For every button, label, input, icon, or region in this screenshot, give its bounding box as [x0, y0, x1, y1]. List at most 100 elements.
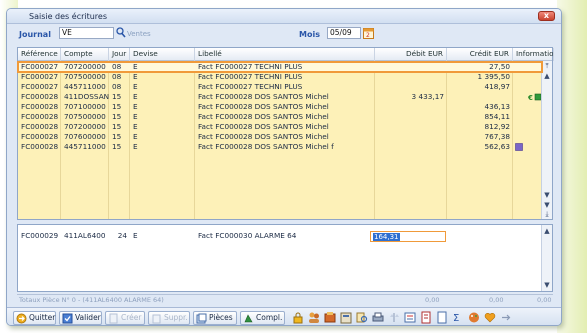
entry-reference[interactable]: FC000029	[18, 231, 61, 241]
close-button[interactable]: x	[538, 11, 555, 21]
cell-jour: 15	[112, 102, 122, 111]
totals-solde: 0,00	[537, 296, 552, 304]
entry-compte[interactable]: 411AL6400	[61, 231, 109, 241]
scroll-down-icon[interactable]: ▼	[543, 281, 551, 289]
totals-credit: 0,00	[489, 296, 504, 304]
scroll-up-icon[interactable]: ▲	[543, 227, 551, 235]
heart-icon[interactable]	[484, 311, 496, 324]
valider-button[interactable]: Valider	[59, 311, 102, 325]
cell-jour: 15	[112, 112, 122, 121]
cell-devise: E	[133, 132, 138, 141]
tools-icon[interactable]	[324, 311, 336, 324]
table-row[interactable]: FC000028 411DOSSAN 15 E Fact FC000028 DO…	[18, 92, 542, 102]
pieces-button[interactable]: Pièces	[193, 311, 237, 325]
totals-debit: 0,00	[425, 296, 440, 304]
cell-compte: 707200000	[64, 122, 106, 131]
cell-devise: E	[133, 112, 138, 121]
col-reference[interactable]: Référence	[18, 48, 61, 61]
entry-devise[interactable]: E	[130, 231, 195, 241]
cell-jour: 08	[112, 62, 122, 71]
totals-label: Totaux Pièce N° 0 - (411AL6400 ALARME 64…	[19, 296, 164, 304]
cell-libelle: Fact FC000027 TECHNI PLUS	[198, 72, 303, 81]
debit-edit-value: 164,31	[373, 233, 400, 241]
table-row[interactable]: FC000027 707200000 08 E Fact FC000027 TE…	[17, 61, 543, 73]
create-icon	[109, 313, 118, 324]
cell-credit: 767,38	[484, 132, 510, 141]
cell-credit: 812,92	[484, 122, 510, 131]
cell-jour: 15	[112, 142, 122, 151]
cell-devise: E	[133, 142, 138, 151]
table-row[interactable]: FC000027 707500000 08 E Fact FC000027 TE…	[18, 72, 542, 82]
calendar-icon[interactable]: 2	[363, 27, 374, 39]
cell-debit: 3 433,17	[411, 92, 445, 101]
debit-edit-field[interactable]: 164,31	[370, 231, 446, 242]
entry-row[interactable]: FC000029 411AL6400 24 E Fact FC000030 AL…	[18, 231, 542, 242]
scale-icon[interactable]	[388, 311, 400, 324]
col-devise[interactable]: Devise	[130, 48, 195, 61]
cell-jour: 15	[112, 122, 122, 131]
cell-libelle: Fact FC000028 DOS SANTOS Michel	[198, 132, 329, 141]
cell-libelle: Fact FC000028 DOS SANTOS Michel	[198, 122, 329, 131]
cell-reference: FC000028	[21, 112, 59, 121]
col-libelle[interactable]: Libellé	[195, 48, 375, 61]
svg-text:Σ: Σ	[453, 313, 459, 324]
col-jour[interactable]: Jour	[109, 48, 130, 61]
suppr-button[interactable]: Suppr.	[148, 311, 190, 325]
suppr-label: Suppr.	[164, 313, 188, 322]
creer-button[interactable]: Créer	[105, 311, 145, 325]
col-compte[interactable]: Compte	[61, 48, 109, 61]
validate-icon	[62, 313, 73, 324]
scroll-page-down-icon[interactable]: ▼	[543, 201, 551, 209]
col-debit[interactable]: Débit EUR	[375, 48, 447, 61]
entry-jour[interactable]: 24	[109, 231, 130, 241]
calculator-icon[interactable]	[340, 311, 352, 324]
mois-input[interactable]: 05/09	[327, 27, 361, 39]
search-doc-icon[interactable]	[356, 311, 368, 324]
scroll-down-icon[interactable]: ▼	[543, 191, 551, 199]
compl-label: Compl.	[256, 313, 283, 322]
table-row[interactable]: FC000028 707500000 15 E Fact FC000028 DO…	[18, 112, 542, 122]
arrow-right-icon[interactable]	[500, 311, 512, 324]
journal-icon[interactable]	[420, 311, 432, 324]
scroll-bottom-icon[interactable]: ⤓	[543, 210, 551, 218]
sigma-icon[interactable]: Σ	[452, 311, 464, 324]
cell-compte: 707500000	[64, 112, 106, 121]
cell-credit: 1 395,50	[477, 72, 511, 81]
table-row[interactable]: FC000027 445711000 08 E Fact FC000027 TE…	[18, 82, 542, 92]
journal-label: Journal	[19, 30, 51, 39]
grid-scrollbar[interactable]: ⤒ ▲ ▼ ▼ ⤓	[541, 61, 552, 219]
entry-scrollbar[interactable]: ▲ ▼	[541, 225, 552, 291]
table-row[interactable]: FC000028 707600000 15 E Fact FC000028 DO…	[18, 132, 542, 142]
cell-reference: FC000028	[21, 142, 59, 151]
table-row[interactable]: FC000028 707200000 15 E Fact FC000028 DO…	[18, 122, 542, 132]
bottom-toolbar: Quitter Valider Créer Suppr. Pièces Comp…	[7, 307, 561, 325]
scroll-top-icon[interactable]: ⤒	[543, 62, 551, 70]
title-bar: Saisie des écritures x	[7, 9, 561, 24]
palette-icon[interactable]	[468, 311, 480, 324]
cell-libelle: Fact FC000028 DOS SANTOS Michel	[198, 102, 329, 111]
note-icon[interactable]	[515, 143, 523, 151]
col-credit[interactable]: Crédit EUR	[447, 48, 513, 61]
lock-icon[interactable]	[292, 311, 304, 324]
cell-credit: 436,13	[484, 102, 510, 111]
col-information[interactable]: Information	[513, 48, 554, 61]
entry-libelle[interactable]: Fact FC000030 ALARME 64	[195, 231, 370, 241]
compl-button[interactable]: Compl.	[240, 311, 285, 325]
print-icon[interactable]	[372, 311, 384, 324]
list-icon[interactable]	[404, 311, 416, 324]
people-icon[interactable]	[308, 311, 320, 324]
rows-area: FC000027 707200000 08 E Fact FC000027 TE…	[17, 61, 543, 219]
info-flag-icon[interactable]: €	[528, 93, 542, 101]
journal-input[interactable]: VE	[59, 27, 114, 39]
quitter-button[interactable]: Quitter	[13, 311, 56, 325]
cell-reference: FC000028	[21, 102, 59, 111]
table-row[interactable]: FC000028 707100000 15 E Fact FC000028 DO…	[18, 102, 542, 112]
document-icon[interactable]	[436, 311, 448, 324]
scroll-up-icon[interactable]: ▲	[543, 72, 551, 80]
cell-debit	[375, 112, 447, 122]
journal-name: Ventes	[127, 30, 151, 38]
cell-debit	[375, 122, 447, 132]
table-row[interactable]: FC000028 445711000 15 E Fact FC000028 DO…	[18, 142, 542, 152]
search-icon[interactable]	[116, 27, 126, 38]
cell-devise: E	[133, 102, 138, 111]
